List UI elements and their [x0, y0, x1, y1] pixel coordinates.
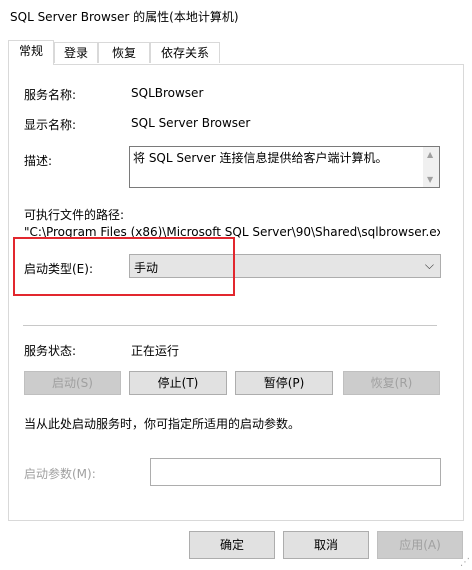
chevron-down-icon: ⌵ — [424, 258, 434, 272]
start-params-label: 启动参数(M): — [24, 467, 96, 481]
description-label: 描述: — [24, 154, 53, 168]
scroll-down-icon[interactable]: ▼ — [427, 175, 433, 184]
cancel-button[interactable]: 取消 — [283, 531, 369, 559]
service-name-label: 服务名称: — [24, 88, 77, 102]
tab-logon[interactable]: 登录 — [54, 42, 98, 63]
display-name-label: 显示名称: — [24, 118, 77, 132]
description-box[interactable]: 将 SQL Server 连接信息提供给客户端计算机。 ▲ ▼ — [129, 146, 440, 188]
tab-general[interactable]: 常规 — [8, 40, 54, 65]
display-name-value[interactable]: SQL Server Browser — [131, 116, 250, 130]
service-name-value: SQLBrowser — [131, 86, 204, 100]
start-button[interactable]: 启动(S) — [24, 371, 121, 395]
title-bar[interactable]: SQL Server Browser 的属性(本地计算机) — [0, 0, 472, 32]
apply-button[interactable]: 应用(A) — [377, 531, 463, 559]
service-status-label: 服务状态: — [24, 344, 77, 358]
tab-dependencies[interactable]: 依存关系 — [150, 42, 220, 63]
separator — [23, 325, 437, 326]
hint-text: 当从此处启动服务时，你可指定所适用的启动参数。 — [24, 417, 301, 431]
ok-button[interactable]: 确定 — [189, 531, 275, 559]
description-text: 将 SQL Server 连接信息提供给客户端计算机。 — [133, 151, 388, 165]
tab-recovery[interactable]: 恢复 — [98, 42, 150, 63]
scroll-up-icon[interactable]: ▲ — [427, 150, 433, 159]
window-title: SQL Server Browser 的属性(本地计算机) — [10, 10, 239, 24]
annotation-highlight-box — [13, 237, 235, 296]
description-scrollbar[interactable]: ▲ ▼ — [423, 147, 439, 187]
resize-grip-icon[interactable]: ⋰ — [460, 557, 470, 568]
service-status-value: 正在运行 — [131, 344, 180, 358]
pause-button[interactable]: 暂停(P) — [235, 371, 333, 395]
stop-button[interactable]: 停止(T) — [129, 371, 227, 395]
start-params-input[interactable] — [150, 458, 441, 486]
resume-button[interactable]: 恢复(R) — [343, 371, 440, 395]
exe-path-label: 可执行文件的路径: — [24, 208, 125, 222]
